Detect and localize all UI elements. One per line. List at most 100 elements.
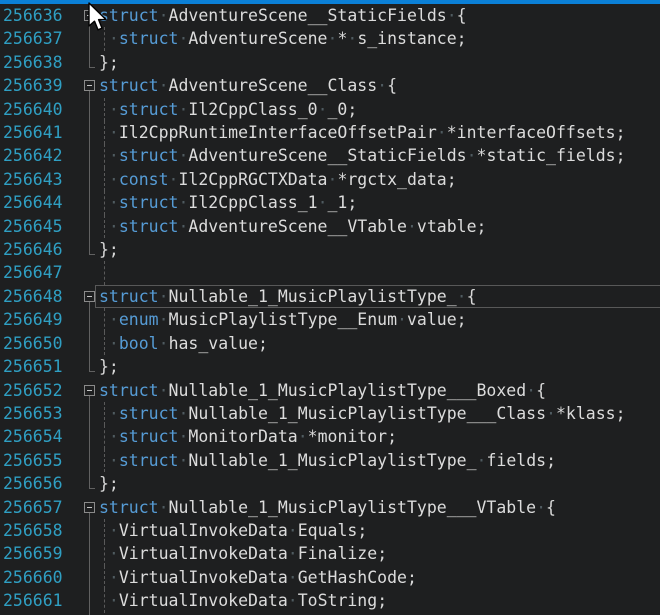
line-number[interactable]: 256646 xyxy=(3,238,63,261)
line-number[interactable]: 256645 xyxy=(3,215,63,238)
line-number[interactable]: 256653 xyxy=(3,402,63,425)
code-text[interactable]: ·struct·Nullable_1_MusicPlaylistType___C… xyxy=(99,402,626,425)
code-text[interactable]: ·struct·AdventureScene·*·s_instance; xyxy=(99,27,467,50)
line-number[interactable]: 256660 xyxy=(3,566,63,589)
whitespace-dot: · xyxy=(526,381,536,400)
code-text[interactable]: }; xyxy=(99,51,119,74)
line-number[interactable]: 256659 xyxy=(3,542,63,565)
fold-scope-line xyxy=(89,332,90,355)
code-line[interactable]: 256645 ·struct·AdventureScene__VTable·vt… xyxy=(0,215,660,238)
line-number[interactable]: 256655 xyxy=(3,449,63,472)
code-text[interactable]: ·VirtualInvokeData·ToString; xyxy=(99,589,387,612)
code-text[interactable]: struct·AdventureScene__Class·{ xyxy=(99,74,397,97)
code-token: ; xyxy=(407,568,417,587)
code-line[interactable]: 256653 ·struct·Nullable_1_MusicPlaylistT… xyxy=(0,402,660,425)
line-number[interactable]: 256638 xyxy=(3,51,63,74)
code-text[interactable]: struct·Nullable_1_MusicPlaylistType___VT… xyxy=(99,496,556,519)
line-number[interactable]: 256643 xyxy=(3,168,63,191)
code-token: struct xyxy=(119,404,179,423)
code-text[interactable]: }; xyxy=(99,355,119,378)
fold-scope-line xyxy=(89,542,90,565)
code-line[interactable]: 256659 ·VirtualInvokeData·Finalize; xyxy=(0,542,660,565)
code-text[interactable]: ·const·Il2CppRGCTXData·*rgctx_data; xyxy=(99,168,457,191)
code-token: klass xyxy=(566,404,616,423)
mouse-arrow-icon xyxy=(86,2,110,36)
code-text[interactable]: ·struct·AdventureScene__StaticFields·*st… xyxy=(99,144,626,167)
code-text[interactable]: ·VirtualInvokeData·Equals; xyxy=(99,519,367,542)
code-line[interactable]: 256639 struct·AdventureScene__Class·{ xyxy=(0,74,660,97)
code-line[interactable]: 256656}; xyxy=(0,472,660,495)
code-line[interactable]: 256647 xyxy=(0,261,660,284)
code-line[interactable]: 256658 ·VirtualInvokeData·Equals; xyxy=(0,519,660,542)
line-number[interactable]: 256647 xyxy=(3,261,63,284)
code-line[interactable]: 256655 ·struct·Nullable_1_MusicPlaylistT… xyxy=(0,449,660,472)
code-text[interactable]: }; xyxy=(99,238,119,261)
code-text[interactable]: ·Il2CppRuntimeInterfaceOffsetPair·*inter… xyxy=(99,121,626,144)
code-text[interactable]: ·struct·MonitorData·*monitor; xyxy=(99,425,397,448)
code-token: struct xyxy=(119,100,179,119)
line-number[interactable]: 256642 xyxy=(3,144,63,167)
code-line[interactable]: 256644 ·struct·Il2CppClass_1·_1; xyxy=(0,191,660,214)
fold-scope-end xyxy=(90,67,95,68)
code-line[interactable]: 256646}; xyxy=(0,238,660,261)
code-line[interactable]: 256649 ·enum·MusicPlaylistType__Enum·val… xyxy=(0,308,660,331)
line-number[interactable]: 256649 xyxy=(3,308,63,331)
line-number[interactable]: 256658 xyxy=(3,519,63,542)
code-line[interactable]: 256642 ·struct·AdventureScene__StaticFie… xyxy=(0,144,660,167)
fold-collapse-icon[interactable] xyxy=(84,80,95,91)
line-number[interactable]: 256650 xyxy=(3,332,63,355)
code-text[interactable]: ·struct·Nullable_1_MusicPlaylistType_·fi… xyxy=(99,449,556,472)
code-editor[interactable]: 256636 struct·AdventureScene__StaticField… xyxy=(0,0,660,615)
code-line[interactable]: 256638}; xyxy=(0,51,660,74)
line-number[interactable]: 256648 xyxy=(3,285,63,308)
code-text[interactable]: struct·AdventureScene__StaticFields·{ xyxy=(99,4,467,27)
code-text[interactable]: ·VirtualInvokeData·Finalize; xyxy=(99,542,387,565)
line-number[interactable]: 256652 xyxy=(3,379,63,402)
code-text[interactable]: ·enum·MusicPlaylistType__Enum·value; xyxy=(99,308,467,331)
whitespace-dot: · xyxy=(159,287,169,306)
code-line[interactable]: 256641 ·Il2CppRuntimeInterfaceOffsetPair… xyxy=(0,121,660,144)
line-number[interactable]: 256654 xyxy=(3,425,63,448)
line-number[interactable]: 256656 xyxy=(3,472,63,495)
code-text[interactable]: ·struct·AdventureScene__VTable·vtable; xyxy=(99,215,486,238)
line-number[interactable]: 256651 xyxy=(3,355,63,378)
line-number[interactable]: 256637 xyxy=(3,27,63,50)
fold-scope-line xyxy=(89,98,90,121)
editor-lines[interactable]: 256636 struct·AdventureScene__StaticField… xyxy=(0,4,660,615)
code-text[interactable]: ·VirtualInvokeData·GetHashCode; xyxy=(99,566,417,589)
code-line[interactable]: 256643 ·const·Il2CppRGCTXData·*rgctx_dat… xyxy=(0,168,660,191)
code-text[interactable]: struct·Nullable_1_MusicPlaylistType___Bo… xyxy=(99,379,546,402)
code-line[interactable]: 256648 struct·Nullable_1_MusicPlaylistTyp… xyxy=(0,285,660,308)
code-token: ; xyxy=(457,310,467,329)
whitespace-dot: · xyxy=(447,6,457,25)
whitespace-dot: · xyxy=(298,427,308,446)
code-text[interactable]: ·struct·Il2CppClass_1·_1; xyxy=(99,191,357,214)
code-line[interactable]: 256651}; xyxy=(0,355,660,378)
fold-collapse-icon[interactable] xyxy=(84,291,95,302)
code-line[interactable]: 256660 ·VirtualInvokeData·GetHashCode; xyxy=(0,566,660,589)
whitespace-dot: · xyxy=(178,217,188,236)
fold-collapse-icon[interactable] xyxy=(84,385,95,396)
line-number[interactable]: 256639 xyxy=(3,74,63,97)
line-number[interactable]: 256640 xyxy=(3,98,63,121)
code-line[interactable]: 256650 ·bool·has_value; xyxy=(0,332,660,355)
whitespace-dot: · xyxy=(99,123,119,142)
code-line[interactable]: 256657 struct·Nullable_1_MusicPlaylistTyp… xyxy=(0,496,660,519)
line-number[interactable]: 256641 xyxy=(3,121,63,144)
code-line[interactable]: 256652 struct·Nullable_1_MusicPlaylistTyp… xyxy=(0,379,660,402)
code-text[interactable]: ·struct·Il2CppClass_0·_0; xyxy=(99,98,357,121)
code-line[interactable]: 256640 ·struct·Il2CppClass_0·_0; xyxy=(0,98,660,121)
line-number[interactable]: 256657 xyxy=(3,496,63,519)
code-text[interactable]: struct·Nullable_1_MusicPlaylistType_·{ xyxy=(99,285,477,308)
code-token: VirtualInvokeData xyxy=(119,568,288,587)
line-number[interactable]: 256644 xyxy=(3,191,63,214)
code-line[interactable]: 256661 ·VirtualInvokeData·ToString; xyxy=(0,589,660,612)
code-token: Nullable_1_MusicPlaylistType_ xyxy=(169,287,457,306)
line-number[interactable]: 256636 xyxy=(3,4,63,27)
code-token: ; xyxy=(616,404,626,423)
fold-collapse-icon[interactable] xyxy=(84,502,95,513)
code-line[interactable]: 256654 ·struct·MonitorData·*monitor; xyxy=(0,425,660,448)
line-number[interactable]: 256661 xyxy=(3,589,63,612)
code-text[interactable]: }; xyxy=(99,472,119,495)
code-text[interactable]: ·bool·has_value; xyxy=(99,332,268,355)
